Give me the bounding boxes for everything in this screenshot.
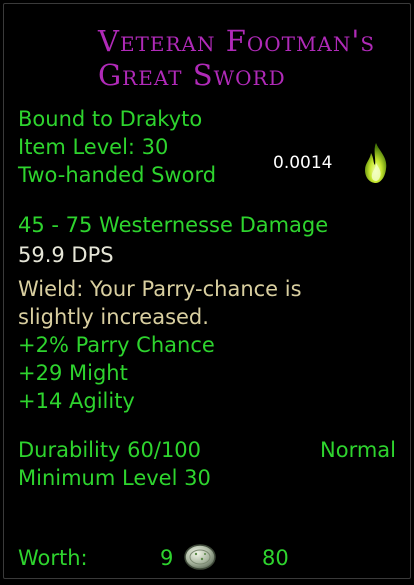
damage-text: 45 - 75 Westernesse Damage [18, 213, 329, 237]
wield-effect-line2: slightly increased. [18, 305, 209, 329]
worth-copper: 80 [262, 546, 289, 570]
worth-silver: 9 [160, 546, 174, 570]
item-level-text: Item Level: 30 [18, 135, 169, 159]
stat-line: +14 Agility [18, 389, 135, 413]
bound-text: Bound to Drakyto [18, 107, 203, 131]
silver-coin-icon [184, 544, 216, 570]
green-flame-icon [365, 143, 387, 183]
dps-text: 59.9 DPS [18, 243, 114, 267]
item-name-line1: Veteran Footman's [98, 24, 376, 58]
stat-line: +29 Might [18, 361, 128, 385]
quality-text: Normal [320, 438, 396, 462]
item-name-line2: Great Sword [98, 58, 286, 92]
item-type-text: Two-handed Sword [18, 163, 217, 187]
item-name: Veteran Footman's Great Sword [98, 24, 375, 92]
wield-effect-line1: Wield: Your Parry-chance is [18, 277, 302, 301]
item-tooltip: Veteran Footman's Great Sword Bound to D… [3, 3, 411, 579]
worth-label: Worth: [18, 546, 88, 570]
min-level-text: Minimum Level 30 [18, 466, 211, 490]
durability-text: Durability 60/100 [18, 438, 202, 462]
stack-value: 0.0014 [273, 153, 333, 173]
stat-line: +2% Parry Chance [18, 333, 215, 357]
